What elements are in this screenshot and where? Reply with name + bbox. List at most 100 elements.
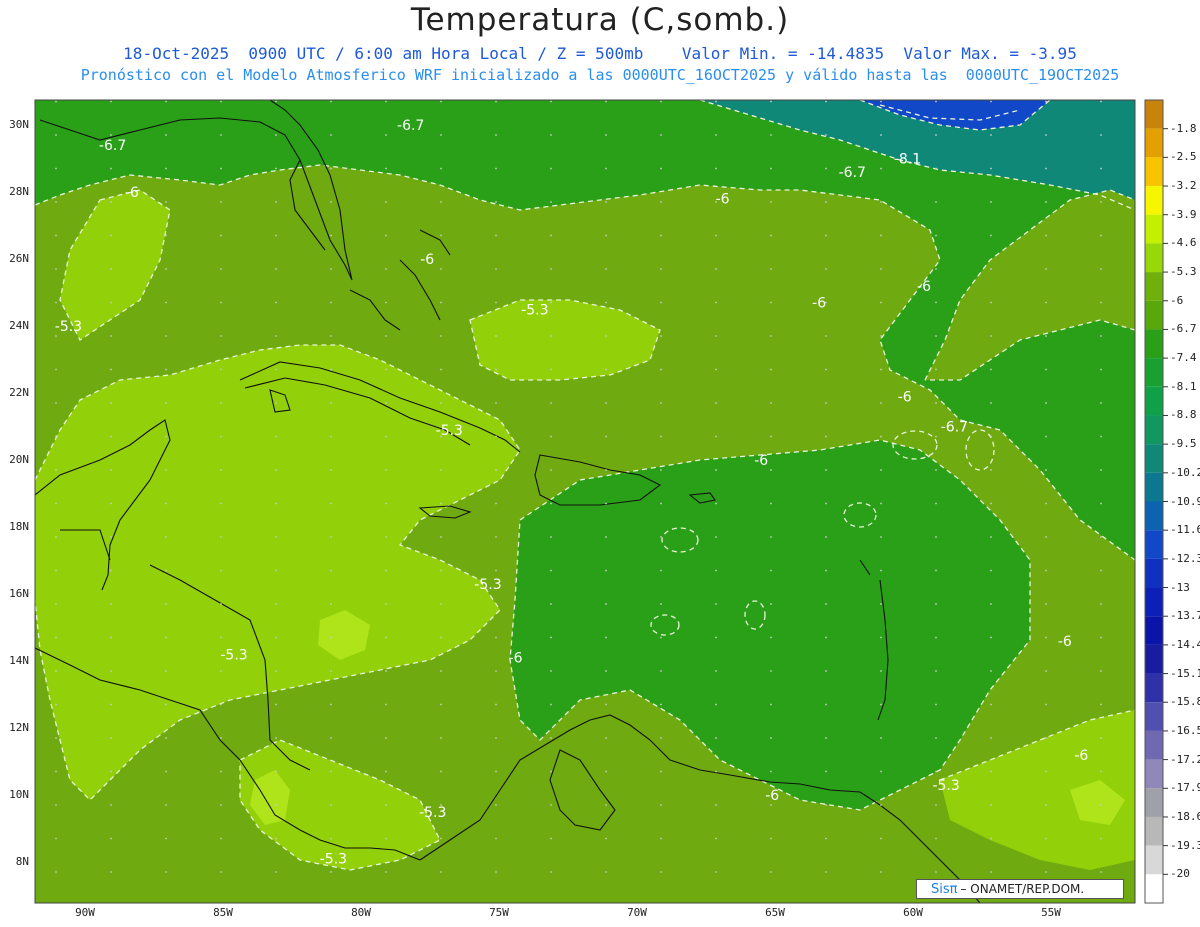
colorbar-label: -5.3 [1170,265,1197,279]
credit-org: – ONAMET/REP.DOM. [960,882,1085,896]
colorbar-swatch [1145,558,1163,588]
contour-label: -5.3 [419,805,446,821]
colorbar-label: -13 [1170,580,1190,594]
contour-label: -6 [898,389,912,405]
contour-label: -6 [509,651,523,667]
lat-tick-label: 12N [9,721,29,734]
colorbar-swatch [1145,845,1163,875]
lon-tick-label: 80W [351,906,371,919]
colorbar-label: -3.9 [1170,207,1197,221]
colorbar-swatch [1145,358,1163,387]
colorbar-label: -10.9 [1170,494,1200,508]
contour-label: -5.3 [521,302,548,318]
colorbar-label: -10.2 [1170,465,1200,479]
colorbar-swatch [1145,616,1163,645]
contour-label: -6.7 [839,165,866,181]
contour-label: -6 [1074,748,1088,764]
colorbar-swatch [1145,730,1163,760]
colorbar-swatch [1145,587,1163,617]
contour-label: -5.3 [436,423,463,439]
contour-label: -8.1 [894,152,921,168]
colorbar-swatch [1145,243,1163,273]
colorbar-label: -9.5 [1170,437,1197,451]
contour-label: -6 [716,192,730,208]
lat-tick-label: 16N [9,587,29,600]
lat-tick-label: 30N [9,118,29,131]
lon-tick-label: 85W [213,906,233,919]
colorbar-swatch [1145,157,1163,187]
lat-tick-label: 20N [9,453,29,466]
contour-label: -6.7 [99,138,126,154]
colorbar-swatch [1145,128,1163,158]
lat-tick-label: 22N [9,386,29,399]
colorbar-swatch [1145,214,1163,244]
colorbar-label: -17.2 [1170,752,1200,766]
colorbar-label: -11.6 [1170,523,1200,537]
contour-label: -6 [765,788,779,804]
colorbar-label: -8.8 [1170,408,1197,422]
lon-tick-label: 75W [489,906,509,919]
colorbar-label: -12.3 [1170,551,1200,565]
graticule [35,100,1135,903]
lon-tick-label: 55W [1041,906,1061,919]
lat-tick-label: 10N [9,788,29,801]
contour-label: -6 [754,453,768,469]
colorbar-swatch [1145,272,1163,301]
colorbar-label: -18.6 [1170,809,1200,823]
contour-label: -6.7 [397,118,424,134]
contour-label: -6.7 [941,420,968,436]
colorbar-swatch [1145,874,1163,903]
colorbar-swatch [1145,472,1163,502]
contour-label: -6 [420,252,434,268]
temperature-map: -6.7 -6.7 -8.1 -6.7 -6 -6 -6 -6 -6 -5.3 -5.3 -6 -6.7… [34,99,1168,904]
map-title: Temperatura (C,somb.) [410,2,790,38]
colorbar-swatch [1145,100,1163,129]
map-subtitle-model: Pronóstico con el Modelo Atmosferico WRF… [80,66,1120,84]
colorbar-swatch [1145,300,1163,330]
lat-tick-label: 24N [9,319,29,332]
contour-label: -6 [125,185,139,201]
lon-tick-label: 65W [765,906,785,919]
lat-tick-label: 26N [9,252,29,265]
colorbar-label: -8.1 [1170,379,1197,393]
colorbar-label: -20 [1170,867,1190,881]
lon-tick-label: 90W [75,906,95,919]
lat-tick-label: 18N [9,520,29,533]
map-subtitle-date: 18-Oct-2025 0900 UTC / 6:00 am Hora Loca… [123,44,1077,63]
colorbar-swatch [1145,444,1163,473]
colorbar-swatch [1145,530,1163,559]
colorbar-label: -3.2 [1170,179,1197,193]
lat-tick-label: 14N [9,654,29,667]
colorbar-swatch [1145,501,1163,531]
contour-label: -6 [917,279,931,295]
lon-tick-label: 60W [903,906,923,919]
colorbar-label: -2.5 [1170,150,1197,164]
colorbar-swatch [1145,788,1163,817]
colorbar-label: -17.9 [1170,781,1200,795]
colorbar-label: -1.8 [1170,121,1197,135]
colorbar-label: -4.6 [1170,236,1197,250]
contour-label: -5.3 [474,577,501,593]
colorbar-label: -16.5 [1170,723,1200,737]
colorbar-swatch [1145,415,1163,445]
colorbar-label: -13.7 [1170,609,1200,623]
colorbar [1144,99,1168,904]
colorbar-swatch [1145,186,1163,215]
lat-tick-label: 8N [15,855,29,868]
lon-tick-label: 70W [627,906,647,919]
colorbar-label: -19.3 [1170,838,1200,852]
colorbar-swatch [1145,644,1163,674]
lat-tick-label: 28N [9,185,29,198]
credit-badge: Sisπ – ONAMET/REP.DOM. [916,879,1124,899]
contour-label: -6 [1058,634,1072,650]
colorbar-swatch [1145,816,1163,846]
colorbar-swatch [1145,759,1163,789]
contour-label: -5.3 [320,852,347,868]
colorbar-label: -15.1 [1170,666,1200,680]
plot-area [35,100,1135,903]
colorbar-label: -15.8 [1170,695,1200,709]
contour-label: -5.3 [220,647,247,663]
colorbar-swatch [1145,329,1163,359]
contour-label: -5.3 [932,778,959,794]
colorbar-swatch [1145,673,1163,703]
